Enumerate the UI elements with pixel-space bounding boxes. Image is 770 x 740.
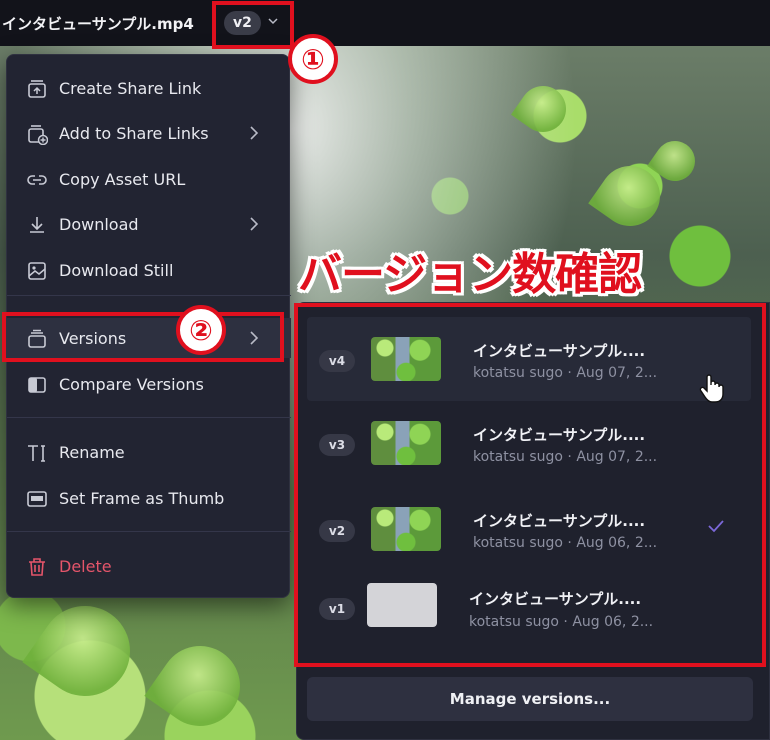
menu-item-download[interactable]: Download bbox=[7, 204, 291, 244]
menu-item-label: Download Still bbox=[59, 260, 174, 280]
image-icon bbox=[28, 262, 46, 280]
chevron-right-icon bbox=[250, 126, 259, 140]
menu-item-label: Download bbox=[59, 214, 139, 234]
thumbnail-icon bbox=[27, 491, 47, 507]
menu-item-label: Compare Versions bbox=[59, 374, 204, 394]
annotation-box-version-selector bbox=[212, 1, 294, 49]
asset-title-bar: インタビューサンプル.mp4 v2 bbox=[0, 0, 770, 46]
link-icon bbox=[27, 175, 47, 185]
chevron-right-icon bbox=[250, 217, 259, 231]
menu-divider bbox=[7, 295, 291, 296]
menu-item-label: Delete bbox=[59, 556, 112, 576]
menu-item-create-share-link[interactable]: Create Share Link bbox=[7, 68, 291, 108]
leaf-decoration bbox=[22, 588, 148, 714]
menu-item-download-still[interactable]: Download Still bbox=[7, 250, 291, 290]
add-share-links-icon bbox=[28, 125, 48, 145]
annotation-heading: バージョン数確認 bbox=[298, 249, 642, 300]
annotation-badge-2: ② bbox=[176, 305, 226, 355]
leaf-decoration bbox=[510, 76, 576, 142]
text-cursor-icon bbox=[28, 445, 45, 462]
menu-divider bbox=[7, 531, 291, 532]
annotation-box-version-list bbox=[294, 303, 766, 667]
share-link-icon bbox=[28, 80, 46, 98]
trash-icon bbox=[29, 558, 45, 576]
menu-item-label: Set Frame as Thumb bbox=[59, 488, 225, 508]
menu-item-delete[interactable]: Delete bbox=[7, 546, 291, 586]
menu-item-label: Copy Asset URL bbox=[59, 169, 186, 189]
menu-item-add-to-share-links[interactable]: Add to Share Links bbox=[7, 113, 291, 153]
menu-item-label: Create Share Link bbox=[59, 78, 202, 98]
menu-divider bbox=[7, 417, 291, 418]
menu-item-rename[interactable]: Rename bbox=[7, 432, 291, 472]
annotation-box-versions bbox=[2, 312, 284, 362]
menu-item-set-frame-as-thumb[interactable]: Set Frame as Thumb bbox=[7, 478, 291, 518]
annotation-badge-1: ① bbox=[288, 34, 338, 84]
menu-item-label: Rename bbox=[59, 442, 125, 462]
download-icon bbox=[30, 217, 44, 233]
menu-item-compare-versions[interactable]: Compare Versions bbox=[7, 364, 291, 404]
compare-icon bbox=[28, 377, 46, 393]
file-name: インタビューサンプル.mp4 bbox=[2, 15, 194, 33]
menu-item-label: Add to Share Links bbox=[59, 123, 209, 143]
menu-item-copy-asset-url[interactable]: Copy Asset URL bbox=[7, 159, 291, 199]
manage-versions-button[interactable]: Manage versions... bbox=[307, 677, 753, 721]
leaf-decoration bbox=[144, 630, 256, 740]
